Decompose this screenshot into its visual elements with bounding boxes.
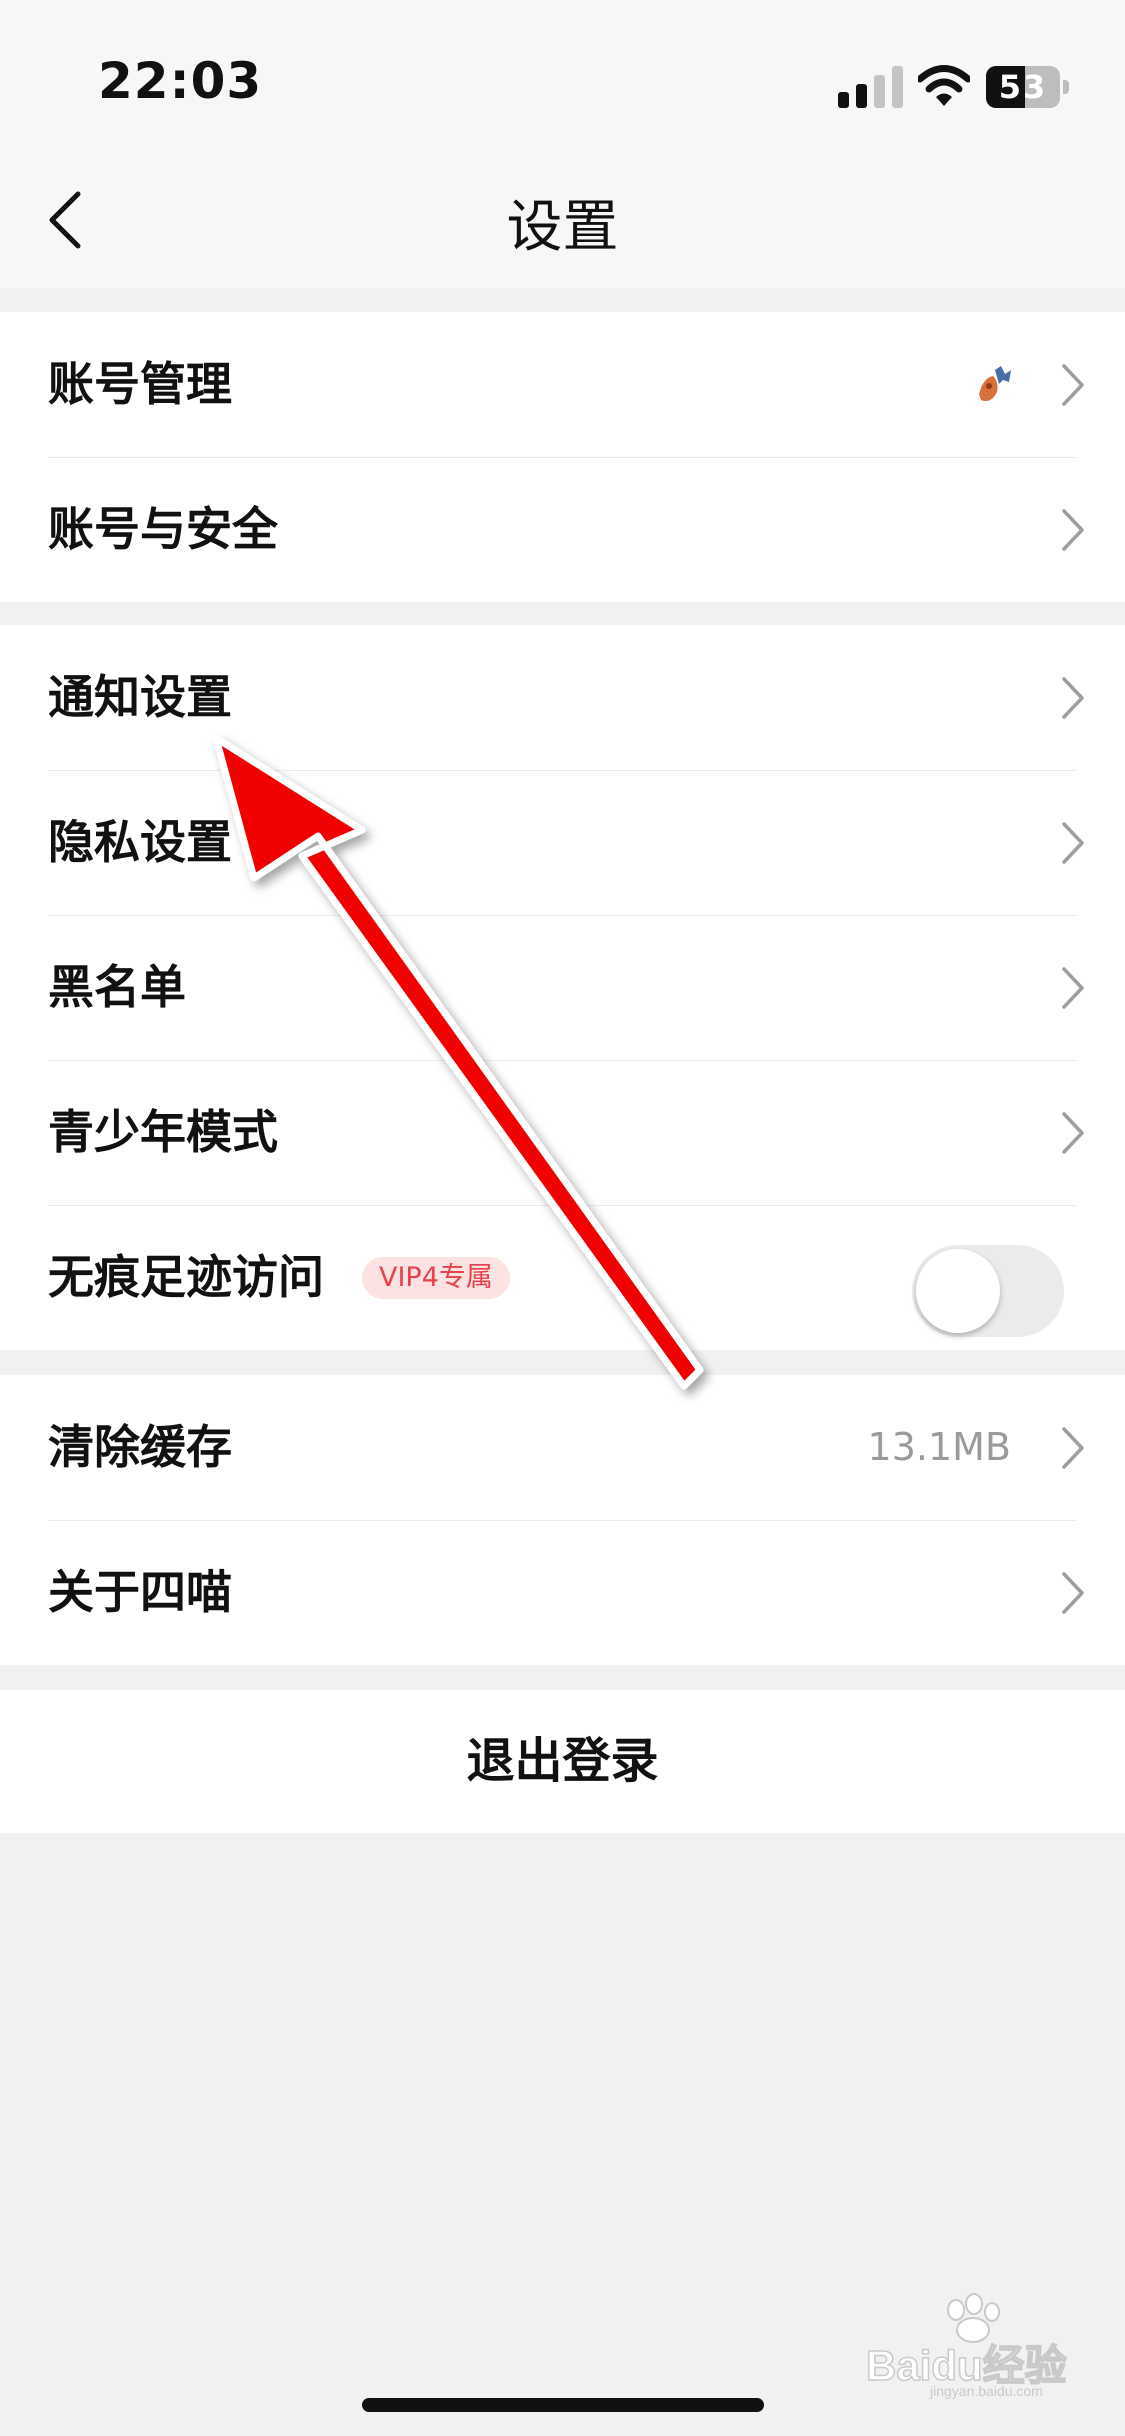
battery-icon: 53 (986, 66, 1070, 108)
row-label: 清除缓存 (48, 1420, 232, 1474)
cache-size-value: 13.1MB (867, 1425, 1011, 1469)
vip-badge: VIP4专属 (362, 1257, 510, 1299)
row-label: 无痕足迹访问 (48, 1250, 324, 1304)
settings-group-account: 账号管理 账号与安全 (0, 312, 1125, 602)
row-label: 青少年模式 (48, 1105, 278, 1159)
settings-row-blacklist[interactable]: 黑名单 (0, 915, 1125, 1060)
baidu-watermark: Baidu经验 jingyan.baidu.com (865, 2293, 1067, 2399)
wifi-icon (918, 65, 970, 106)
avatar (979, 366, 1011, 401)
incognito-toggle[interactable] (912, 1245, 1064, 1337)
nav-bar: 设置 (0, 150, 1125, 288)
chevron-right-icon (1062, 364, 1084, 406)
settings-row-account-management[interactable]: 账号管理 (0, 312, 1125, 457)
settings-row-notification[interactable]: 通知设置 (0, 625, 1125, 770)
battery-level: 53 (998, 68, 1048, 106)
chevron-right-icon (1062, 1112, 1084, 1154)
settings-row-incognito-visit: 无痕足迹访问 VIP4专属 (0, 1205, 1125, 1350)
row-label: 隐私设置 (48, 815, 232, 869)
chevron-right-icon (1062, 1427, 1084, 1469)
logout-button[interactable]: 退出登录 (0, 1690, 1125, 1833)
signal-icon (838, 66, 903, 108)
toggle-knob (916, 1249, 1000, 1333)
settings-group-other: 清除缓存 13.1MB 关于四喵 (0, 1375, 1125, 1665)
chevron-right-icon (1062, 677, 1084, 719)
status-bar: 22:03 53 (0, 0, 1125, 150)
watermark-subtext: jingyan.baidu.com (929, 2383, 1043, 2399)
row-label: 通知设置 (48, 670, 232, 724)
watermark-text: Baidu经验 (866, 2342, 1067, 2389)
row-label: 关于四喵 (48, 1565, 232, 1619)
chevron-right-icon (1062, 822, 1084, 864)
settings-row-teen-mode[interactable]: 青少年模式 (0, 1060, 1125, 1205)
home-indicator (362, 2398, 764, 2412)
settings-group-privacy: 通知设置 隐私设置 黑名单 青少年模式 无痕足迹访问 VIP4专属 (0, 625, 1125, 1350)
settings-row-privacy[interactable]: 隐私设置 (0, 770, 1125, 915)
row-label: 账号与安全 (48, 502, 278, 556)
settings-row-account-security[interactable]: 账号与安全 (0, 457, 1125, 602)
row-label: 账号管理 (48, 357, 232, 411)
chevron-right-icon (1062, 1572, 1084, 1614)
status-time: 22:03 (98, 52, 263, 110)
page-title: 设置 (506, 195, 619, 260)
settings-row-clear-cache[interactable]: 清除缓存 13.1MB (0, 1375, 1125, 1520)
settings-row-about[interactable]: 关于四喵 (0, 1520, 1125, 1665)
chevron-right-icon (1062, 509, 1084, 551)
chevron-right-icon (1062, 967, 1084, 1009)
row-label: 黑名单 (48, 960, 186, 1014)
